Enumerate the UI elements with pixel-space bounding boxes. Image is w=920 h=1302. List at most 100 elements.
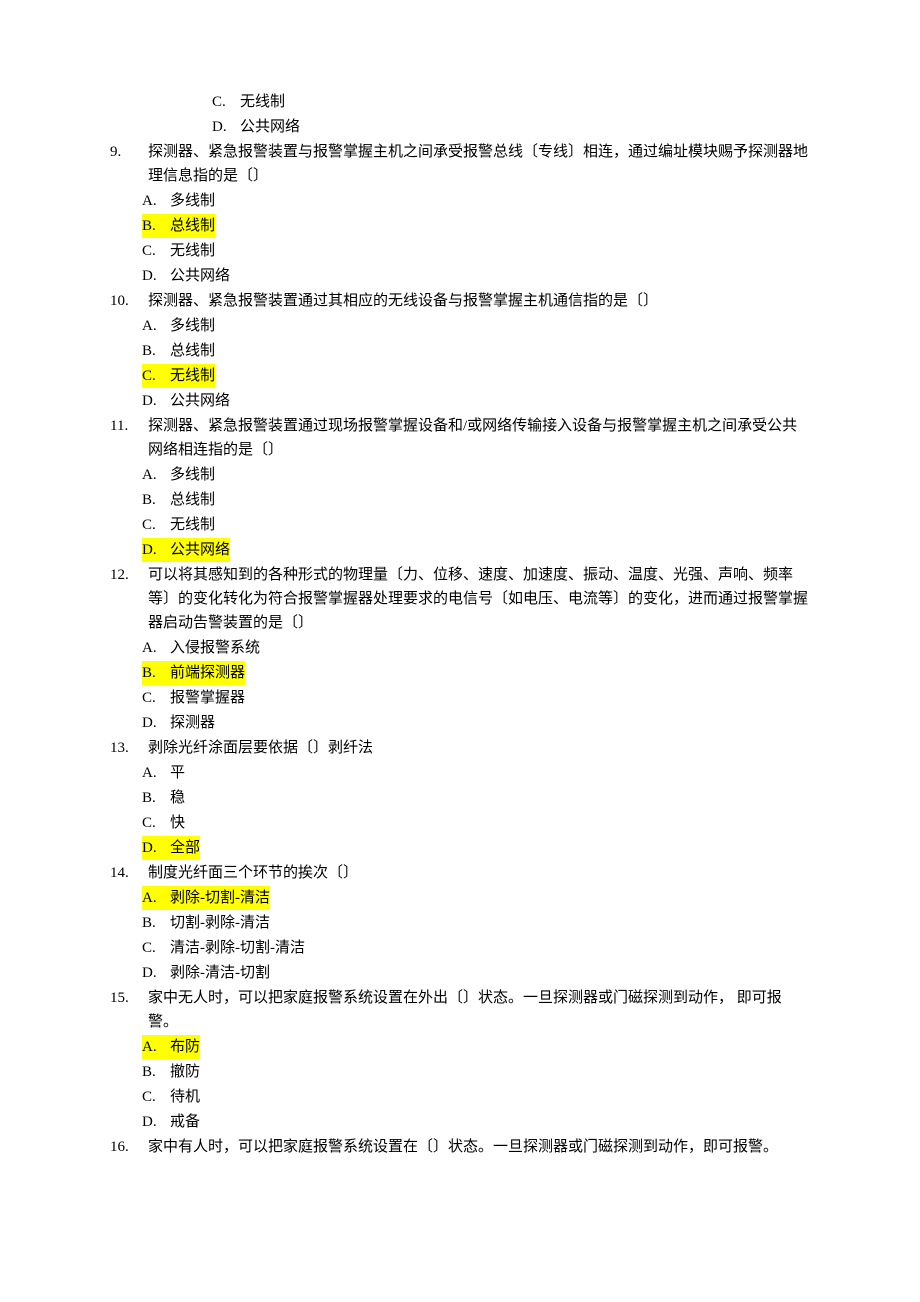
option-text: 剥除-切割-清洁: [170, 886, 270, 910]
question-body: 探测器、紧急报警装置通过其相应的无线设备与报警掌握主机通信指的是〔〕: [148, 289, 810, 313]
question-stem-line: 9.探测器、紧急报警装置与报警掌握主机之间承受报警总线〔专线〕相连，通过编址模块…: [110, 140, 810, 188]
option-text: 无线制: [170, 364, 215, 388]
question-stem: 剥除光纤涂面层要依据〔〕剥纤法: [148, 736, 810, 760]
option-line: D.公共网络: [110, 389, 810, 413]
option-line: D.公共网络: [110, 538, 810, 562]
question-number: 10.: [110, 289, 148, 313]
option-text: 多线制: [170, 189, 215, 213]
option-text: 总线制: [170, 488, 215, 512]
option-letter: C.: [142, 811, 170, 835]
option-list: A.剥除-切割-清洁B.切割-剥除-清洁C.清洁-剥除-切割-清洁D.剥除-清洁…: [110, 886, 810, 985]
question-item: 10.探测器、紧急报警装置通过其相应的无线设备与报警掌握主机通信指的是〔〕A.多…: [110, 289, 810, 413]
question-stem-line: 13.剥除光纤涂面层要依据〔〕剥纤法: [110, 736, 810, 760]
option-list: A.平B.稳C.快D.全部: [110, 761, 810, 860]
option-line: A.布防: [110, 1035, 810, 1059]
question-stem-line: 12.可以将其感知到的各种形式的物理量〔力、位移、速度、加速度、振动、温度、光强…: [110, 563, 810, 635]
option-line: B.总线制: [110, 214, 810, 238]
question-item: 9.探测器、紧急报警装置与报警掌握主机之间承受报警总线〔专线〕相连，通过编址模块…: [110, 140, 810, 288]
option-text: 公共网络: [170, 264, 230, 288]
option-text: 待机: [170, 1085, 200, 1109]
question-body: 家中无人时，可以把家庭报警系统设置在外出〔〕状态。一旦探测器或门磁探测到动作， …: [148, 986, 810, 1034]
option-letter: A.: [142, 463, 170, 487]
option-letter: A.: [142, 761, 170, 785]
option-letter: B.: [142, 1060, 170, 1084]
question-stem-line: 14.制度光纤面三个环节的挨次〔〕: [110, 861, 810, 885]
option-line: A.多线制: [110, 189, 810, 213]
option-letter: A.: [142, 636, 170, 660]
option-text: 公共网络: [240, 115, 300, 139]
option-letter: D.: [142, 389, 170, 413]
option-line: D.全部: [110, 836, 810, 860]
option-letter: D.: [142, 538, 170, 562]
option-line: A.多线制: [110, 314, 810, 338]
option-text: 切割-剥除-清洁: [170, 911, 270, 935]
question-stem-line: 15.家中无人时，可以把家庭报警系统设置在外出〔〕状态。一旦探测器或门磁探测到动…: [110, 986, 810, 1034]
option-text: 布防: [170, 1035, 200, 1059]
question-item: 15.家中无人时，可以把家庭报警系统设置在外出〔〕状态。一旦探测器或门磁探测到动…: [110, 986, 810, 1134]
question-stem-line: 11.探测器、紧急报警装置通过现场报警掌握设备和/或网络传输接入设备与报警掌握主…: [110, 414, 810, 462]
option-text: 无线制: [240, 90, 285, 114]
option-line: B.撤防: [110, 1060, 810, 1084]
option-letter: B.: [142, 214, 170, 238]
question-body: 制度光纤面三个环节的挨次〔〕: [148, 861, 810, 885]
option-line: A.剥除-切割-清洁: [110, 886, 810, 910]
option-line: A.多线制: [110, 463, 810, 487]
option-letter: D.: [142, 961, 170, 985]
question-stem: 可以将其感知到的各种形式的物理量〔力、位移、速度、加速度、振动、温度、光强、声响…: [148, 563, 810, 635]
option-line: D.公共网络: [110, 264, 810, 288]
option-text: 撤防: [170, 1060, 200, 1084]
option-letter: D.: [142, 1110, 170, 1134]
option-line: D.探测器: [110, 711, 810, 735]
question-item: 14.制度光纤面三个环节的挨次〔〕A.剥除-切割-清洁B.切割-剥除-清洁C.清…: [110, 861, 810, 985]
option-line: C.无线制: [110, 364, 810, 388]
option-list: A.多线制B.总线制C.无线制D.公共网络: [110, 463, 810, 562]
option-text: 多线制: [170, 314, 215, 338]
question-body: 可以将其感知到的各种形式的物理量〔力、位移、速度、加速度、振动、温度、光强、声响…: [148, 563, 810, 635]
option-letter: C.: [212, 90, 240, 114]
question-list: 9.探测器、紧急报警装置与报警掌握主机之间承受报警总线〔专线〕相连，通过编址模块…: [110, 140, 810, 1159]
option-letter: C.: [142, 239, 170, 263]
question-number: 16.: [110, 1135, 148, 1159]
option-line: D.剥除-清洁-切割: [110, 961, 810, 985]
option-letter: B.: [142, 488, 170, 512]
question-number: 13.: [110, 736, 148, 760]
option-letter: D.: [142, 836, 170, 860]
option-line: B.总线制: [110, 339, 810, 363]
option-line: B.切割-剥除-清洁: [110, 911, 810, 935]
orphan-options: C.无线制D.公共网络: [110, 90, 810, 139]
option-line: C.无线制: [110, 513, 810, 537]
option-letter: C.: [142, 513, 170, 537]
option-line: A.平: [110, 761, 810, 785]
option-text: 快: [170, 811, 185, 835]
option-letter: B.: [142, 911, 170, 935]
question-number: 12.: [110, 563, 148, 635]
option-text: 公共网络: [170, 538, 230, 562]
option-letter: A.: [142, 1035, 170, 1059]
option-text: 稳: [170, 786, 185, 810]
option-letter: A.: [142, 189, 170, 213]
option-letter: B.: [142, 661, 170, 685]
option-line: C.无线制: [110, 239, 810, 263]
question-stem-line: 10.探测器、紧急报警装置通过其相应的无线设备与报警掌握主机通信指的是〔〕: [110, 289, 810, 313]
option-line: C.清洁-剥除-切割-清洁: [110, 936, 810, 960]
option-letter: C.: [142, 936, 170, 960]
option-line: C.无线制: [180, 90, 810, 114]
option-text: 无线制: [170, 239, 215, 263]
option-line: C.报警掌握器: [110, 686, 810, 710]
question-item: 12.可以将其感知到的各种形式的物理量〔力、位移、速度、加速度、振动、温度、光强…: [110, 563, 810, 735]
option-letter: D.: [142, 711, 170, 735]
option-list: A.布防B.撤防C.待机D.戒备: [110, 1035, 810, 1134]
option-text: 多线制: [170, 463, 215, 487]
option-text: 清洁-剥除-切割-清洁: [170, 936, 305, 960]
question-item: 13.剥除光纤涂面层要依据〔〕剥纤法A.平B.稳C.快D.全部: [110, 736, 810, 860]
question-item: 16.家中有人时，可以把家庭报警系统设置在〔〕状态。一旦探测器或门磁探测到动作，…: [110, 1135, 810, 1159]
option-text: 探测器: [170, 711, 215, 735]
question-item: 11.探测器、紧急报警装置通过现场报警掌握设备和/或网络传输接入设备与报警掌握主…: [110, 414, 810, 562]
option-letter: B.: [142, 786, 170, 810]
option-line: D.戒备: [110, 1110, 810, 1134]
option-letter: D.: [212, 115, 240, 139]
question-stem: 探测器、紧急报警装置通过现场报警掌握设备和/或网络传输接入设备与报警掌握主机之间…: [148, 414, 810, 462]
option-line: C.快: [110, 811, 810, 835]
question-body: 探测器、紧急报警装置通过现场报警掌握设备和/或网络传输接入设备与报警掌握主机之间…: [148, 414, 810, 462]
option-text: 入侵报警系统: [170, 636, 260, 660]
